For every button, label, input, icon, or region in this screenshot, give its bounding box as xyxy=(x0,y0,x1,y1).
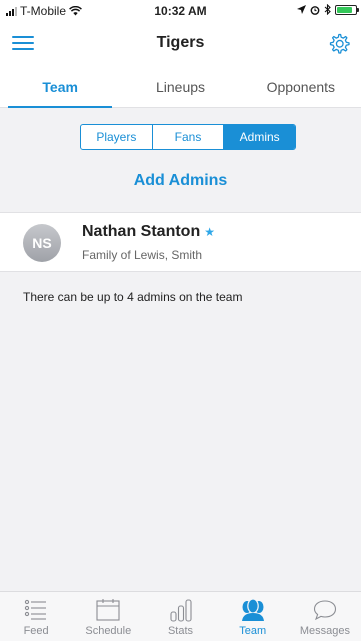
avatar: NS xyxy=(23,224,61,262)
stats-icon xyxy=(169,599,192,622)
tab-opponents[interactable]: Opponents xyxy=(241,66,361,107)
admin-name: Nathan Stanton xyxy=(82,223,201,240)
bottom-tab-bar: Feed Schedule Stats Team Messages xyxy=(0,591,361,641)
messages-icon xyxy=(313,600,336,621)
segment-admins[interactable]: Admins xyxy=(224,125,295,149)
bottom-tab-label: Stats xyxy=(167,625,194,637)
bottom-tab-schedule[interactable]: Schedule xyxy=(72,592,144,641)
bottom-tab-stats[interactable]: Stats xyxy=(144,592,216,641)
bottom-tab-team[interactable]: Team xyxy=(217,592,289,641)
team-icon xyxy=(241,598,264,621)
tab-team[interactable]: Team xyxy=(0,66,120,108)
bottom-tab-messages[interactable]: Messages xyxy=(289,592,361,641)
segment-players[interactable]: Players xyxy=(81,125,153,149)
battery-icon xyxy=(335,4,359,15)
bottom-tab-label: Feed xyxy=(23,625,49,637)
bottom-tab-feed[interactable]: Feed xyxy=(0,592,72,641)
bluetooth-icon xyxy=(324,4,331,15)
feed-icon xyxy=(24,599,47,620)
add-admins-button[interactable]: Add Admins xyxy=(0,172,361,190)
calendar-icon xyxy=(96,599,120,621)
location-icon xyxy=(297,5,306,14)
admin-name-line: Nathan Stanton ★ xyxy=(82,223,215,241)
status-bar: T-Mobile 10:32 AM xyxy=(0,0,361,22)
gear-icon[interactable] xyxy=(327,32,351,56)
segmented-control: Players Fans Admins xyxy=(80,124,296,150)
page-title: Tigers xyxy=(156,34,205,51)
nav-bar: Tigers xyxy=(0,22,361,66)
star-icon: ★ xyxy=(204,225,215,239)
list-item[interactable]: NS Nathan Stanton ★ Family of Lewis, Smit… xyxy=(0,212,361,272)
alarm-icon xyxy=(310,5,320,15)
bottom-tab-label: Schedule xyxy=(85,625,132,637)
status-right xyxy=(297,4,359,15)
admin-limit-text: There can be up to 4 admins on the team xyxy=(23,290,243,304)
bottom-tab-label: Messages xyxy=(299,625,350,637)
segment-fans[interactable]: Fans xyxy=(153,125,225,149)
top-tabs: Team Lineups Opponents xyxy=(0,66,361,108)
admin-subtitle: Family of Lewis, Smith xyxy=(82,248,203,262)
bottom-tab-label: Team xyxy=(239,625,267,637)
tab-lineups[interactable]: Lineups xyxy=(120,66,240,107)
